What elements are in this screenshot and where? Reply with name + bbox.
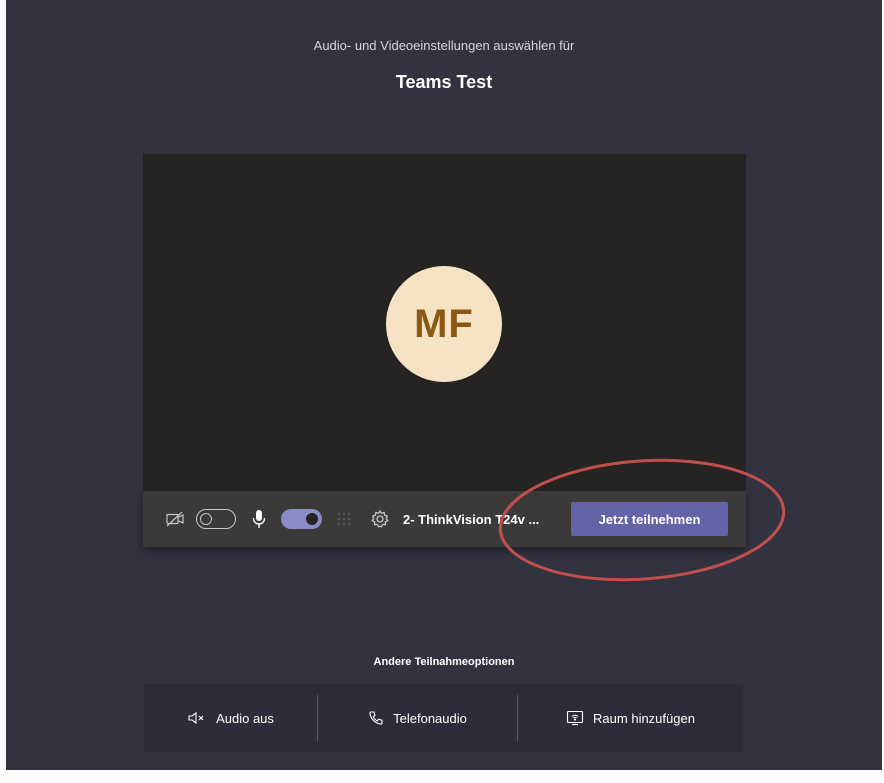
phone-icon: [368, 710, 384, 726]
toggle-knob: [306, 513, 318, 525]
audio-off-option[interactable]: Audio aus: [144, 684, 317, 752]
video-preview: MF: [143, 154, 746, 491]
add-room-option[interactable]: Raum hinzufügen: [518, 684, 743, 752]
background-blur-icon[interactable]: [335, 510, 353, 528]
add-room-label: Raum hinzufügen: [593, 710, 695, 726]
phone-audio-option[interactable]: Telefonaudio: [318, 684, 517, 752]
camera-toggle[interactable]: [196, 509, 236, 529]
prejoin-screen: Audio- und Videoeinstellungen auswählen …: [6, 0, 882, 770]
page-subtitle: Audio- und Videoeinstellungen auswählen …: [313, 38, 575, 53]
speaker-muted-icon: [187, 711, 207, 725]
other-join-options: Audio aus Telefonaudio Raum hinzufügen: [144, 684, 743, 752]
microphone-icon: [249, 508, 269, 530]
camera-off-icon: [165, 509, 185, 529]
toggle-knob: [200, 513, 212, 525]
phone-audio-label: Telefonaudio: [393, 710, 467, 726]
other-join-options-title: Andere Teilnahmeoptionen: [373, 656, 515, 668]
audio-device-label[interactable]: 2- ThinkVision T24v ...: [403, 509, 563, 529]
device-controls-bar: 2- ThinkVision T24v ... Jetzt teilnehmen: [143, 491, 746, 547]
microphone-toggle[interactable]: [281, 509, 322, 529]
meeting-title: Teams Test: [395, 72, 493, 92]
avatar: MF: [386, 266, 502, 382]
join-now-button[interactable]: Jetzt teilnehmen: [571, 502, 728, 536]
gear-icon[interactable]: [369, 508, 391, 530]
audio-off-label: Audio aus: [216, 710, 274, 726]
room-cast-icon: [566, 710, 584, 726]
